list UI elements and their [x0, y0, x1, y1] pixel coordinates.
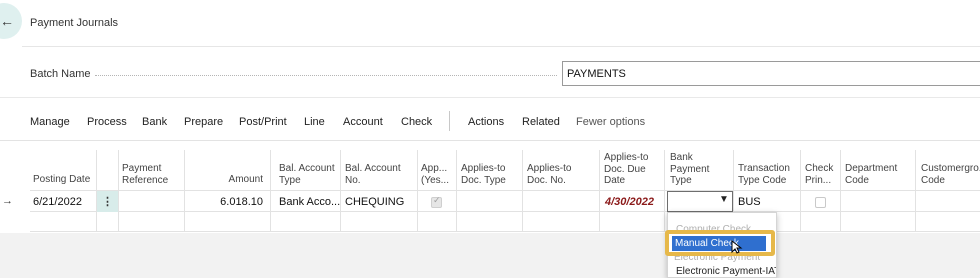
batch-name-leader	[95, 75, 557, 76]
batch-name-label: Batch Name	[30, 68, 91, 80]
action-post-print[interactable]: Post/Print	[239, 116, 287, 128]
action-process[interactable]: Process	[87, 116, 127, 128]
action-account[interactable]: Account	[343, 116, 383, 128]
grid-divider	[0, 140, 980, 141]
cell-transaction-type-code[interactable]: BUS	[738, 196, 761, 208]
vertical-ellipsis-icon: ⋮	[102, 196, 113, 208]
col-check-printed[interactable]: Check Prin...	[805, 163, 833, 186]
option-electronic-payment-iat[interactable]: Electronic Payment-IAT	[676, 266, 776, 277]
cell-amount[interactable]: 6.018.10	[200, 196, 263, 208]
cell-posting-date[interactable]: 6/21/2022	[33, 196, 82, 208]
cell-bal-account-type[interactable]: Bank Acco...	[279, 196, 340, 208]
col-customergroup-code[interactable]: Customergro...Code	[921, 163, 980, 186]
action-bank[interactable]: Bank	[142, 116, 167, 128]
arrow-left-icon: ←	[0, 13, 14, 29]
header-divider	[22, 46, 980, 47]
check-printed-checkbox[interactable]	[815, 197, 826, 208]
col-amount[interactable]: Amount	[200, 174, 263, 186]
section-divider	[0, 97, 980, 98]
row-menu-button[interactable]: ⋮	[97, 191, 118, 212]
col-bal-account-no[interactable]: Bal. Account No.	[345, 163, 401, 186]
col-applies-to-yes[interactable]: App... (Yes...	[421, 163, 449, 186]
col-applies-to-doc-no[interactable]: Applies-to Doc. No.	[527, 163, 571, 186]
col-transaction-type-code[interactable]: Transaction Type Code	[738, 163, 790, 186]
cell-applies-to-due-date[interactable]: 4/30/2022	[605, 196, 654, 208]
highlight-callout	[665, 230, 775, 256]
fewer-options-link[interactable]: Fewer options	[576, 116, 645, 128]
back-button[interactable]: ←	[0, 3, 22, 39]
mouse-pointer-icon	[731, 240, 743, 254]
current-row-arrow-icon: →	[2, 195, 13, 207]
action-separator	[449, 111, 450, 131]
col-department-code[interactable]: Department Code	[845, 163, 897, 186]
col-bal-account-type[interactable]: Bal. Account Type	[279, 163, 335, 186]
grid-empty-area	[0, 233, 980, 278]
col-bank-payment-type[interactable]: Bank Payment Type	[670, 152, 709, 187]
col-posting-date[interactable]: Posting Date	[33, 174, 90, 186]
col-applies-to-doc-type[interactable]: Applies-to Doc. Type	[461, 163, 506, 186]
action-check[interactable]: Check	[401, 116, 432, 128]
action-line[interactable]: Line	[304, 116, 325, 128]
col-applies-to-due-date[interactable]: Applies-to Doc. Due Date	[604, 152, 648, 187]
action-manage[interactable]: Manage	[30, 116, 70, 128]
action-prepare[interactable]: Prepare	[184, 116, 223, 128]
cell-bal-account-no[interactable]: CHEQUING	[345, 196, 404, 208]
batch-name-input[interactable]: PAYMENTS	[562, 61, 980, 86]
col-payment-reference[interactable]: Payment Reference	[122, 163, 168, 186]
action-related[interactable]: Related	[522, 116, 560, 128]
chevron-down-icon: ▼	[719, 194, 729, 205]
page-title: Payment Journals	[30, 17, 119, 29]
applies-to-checkbox[interactable]	[431, 195, 442, 208]
action-actions[interactable]: Actions	[468, 116, 504, 128]
